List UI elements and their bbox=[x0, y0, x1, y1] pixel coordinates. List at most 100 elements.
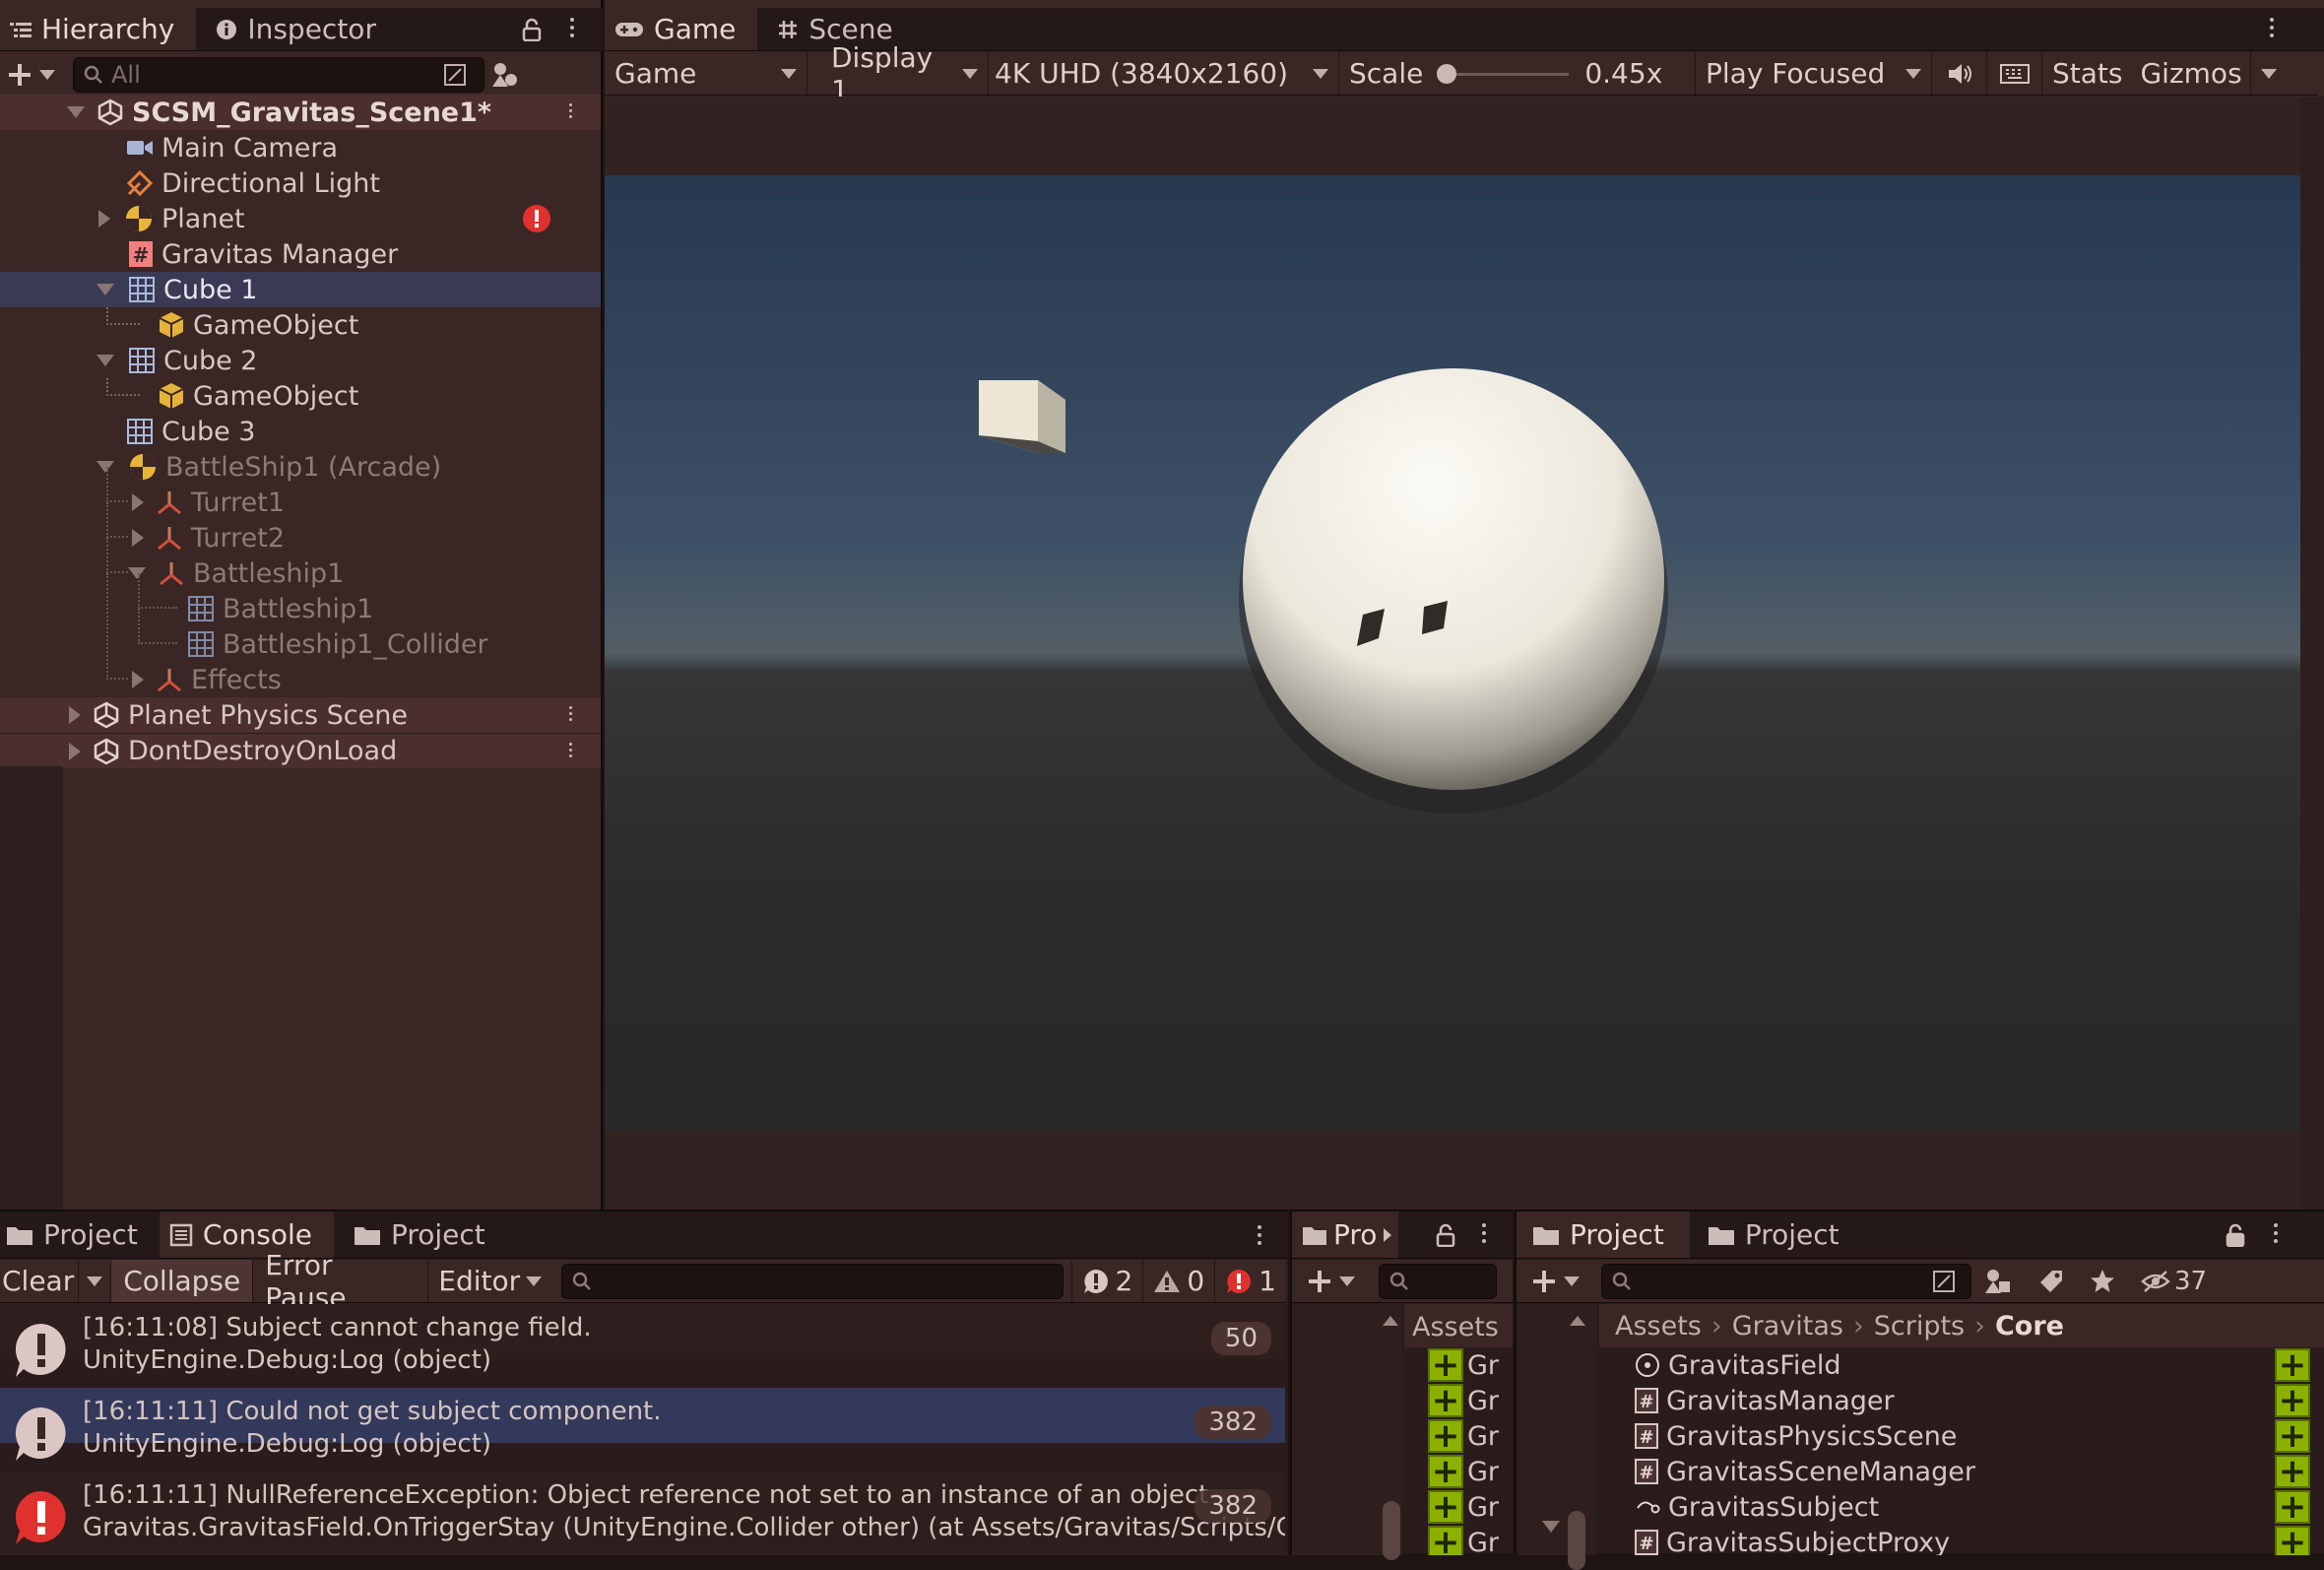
mini-asset-item[interactable]: + Gr bbox=[1404, 1454, 1513, 1489]
mini-asset-item[interactable]: + Gr bbox=[1404, 1418, 1513, 1454]
gizmos-button[interactable]: Gizmos bbox=[2132, 52, 2251, 95]
hierarchy-item-cube-2[interactable]: Cube 2 bbox=[0, 343, 601, 378]
editor-dropdown[interactable]: Editor bbox=[428, 1260, 551, 1302]
hierarchy-item-gameobject-2[interactable]: GameObject bbox=[0, 378, 601, 414]
add-plus-icon[interactable] bbox=[1530, 1268, 1558, 1295]
add-badge-icon[interactable]: + bbox=[2275, 1384, 2310, 1417]
tab-mini-project[interactable]: Pro bbox=[1292, 1211, 1399, 1258]
fold-arrow-icon[interactable] bbox=[67, 106, 85, 118]
log-filter-toggle[interactable]: 2 bbox=[1070, 1260, 1144, 1302]
project-file-item[interactable]: GravitasSubject + bbox=[1599, 1489, 2324, 1525]
mini-asset-item[interactable]: + Gr bbox=[1404, 1489, 1513, 1525]
project-file-item[interactable]: # GravitasManager + bbox=[1599, 1383, 2324, 1418]
clear-options-dropdown[interactable] bbox=[78, 1260, 112, 1302]
console-entry[interactable]: [16:11:11] Could not get subject compone… bbox=[0, 1388, 1285, 1461]
tab-overflow-icon[interactable] bbox=[1383, 1227, 1392, 1243]
search-scene-icon[interactable] bbox=[443, 63, 467, 87]
hierarchy-item-directional-light[interactable]: Directional Light bbox=[0, 165, 601, 201]
add-badge-icon[interactable]: + bbox=[2275, 1419, 2310, 1453]
fold-arrow-icon[interactable] bbox=[132, 671, 144, 688]
breadcrumb-assets[interactable]: Assets bbox=[1615, 1311, 1702, 1341]
hierarchy-item-battleship-arcade[interactable]: BattleShip1 (Arcade) bbox=[0, 449, 601, 485]
stats-button[interactable]: Stats bbox=[2042, 52, 2132, 95]
tab-project-b[interactable]: Project bbox=[1690, 1211, 1861, 1258]
fold-arrow-icon[interactable] bbox=[132, 529, 144, 547]
panel-menu-icon[interactable] bbox=[1255, 1225, 1264, 1245]
panel-menu-icon[interactable] bbox=[1479, 1223, 1489, 1243]
error-filter-toggle[interactable]: 1 bbox=[1215, 1260, 1286, 1302]
hierarchy-item-main-camera[interactable]: Main Camera bbox=[0, 130, 601, 165]
hierarchy-scene-planet-physics[interactable]: Planet Physics Scene bbox=[0, 697, 601, 733]
scene-visibility-icon[interactable] bbox=[490, 61, 518, 89]
panel-menu-icon[interactable] bbox=[2271, 1223, 2281, 1243]
lock-icon[interactable] bbox=[522, 18, 542, 41]
hierarchy-item-turret1[interactable]: Turret1 bbox=[0, 467, 601, 520]
warning-filter-toggle[interactable]: 0 bbox=[1143, 1260, 1216, 1302]
hierarchy-item-battleship1-mesh[interactable]: Battleship1 bbox=[0, 573, 601, 626]
hierarchy-item-cube-1[interactable]: Cube 1 bbox=[0, 272, 601, 307]
scene-menu-icon[interactable] bbox=[565, 706, 575, 721]
error-pause-toggle[interactable]: Error Pause bbox=[253, 1249, 429, 1314]
fold-arrow-icon[interactable] bbox=[97, 284, 114, 295]
collapse-toggle[interactable]: Collapse bbox=[111, 1260, 254, 1302]
hierarchy-item-turret2[interactable]: Turret2 bbox=[0, 502, 601, 556]
fold-arrow-icon[interactable] bbox=[69, 706, 81, 724]
tab-project-a[interactable]: Project bbox=[1517, 1211, 1690, 1258]
search-scene-icon[interactable] bbox=[1932, 1270, 1956, 1293]
hierarchy-item-planet[interactable]: Planet bbox=[0, 201, 601, 236]
error-icon[interactable] bbox=[522, 204, 551, 233]
project-search-input[interactable] bbox=[1601, 1263, 1971, 1299]
game-right-scrollbar[interactable] bbox=[2300, 97, 2324, 1210]
mute-audio-button[interactable] bbox=[1932, 52, 1987, 95]
breadcrumb-scripts[interactable]: Scripts bbox=[1874, 1311, 1965, 1341]
label-tag-icon[interactable] bbox=[2038, 1269, 2064, 1294]
hierarchy-scene-scsm[interactable]: SCSM_Gravitas_Scene1* bbox=[0, 95, 601, 130]
tab-game[interactable]: Game bbox=[605, 8, 758, 50]
panel-menu-icon[interactable] bbox=[567, 18, 577, 37]
play-mode-dropdown[interactable]: Play Focused bbox=[1696, 52, 1932, 95]
scene-menu-icon[interactable] bbox=[565, 103, 575, 118]
add-dropdown-icon[interactable] bbox=[1564, 1276, 1580, 1286]
project-file-item[interactable]: GravitasField + bbox=[1599, 1347, 2324, 1383]
fold-arrow-icon[interactable] bbox=[132, 493, 144, 511]
hierarchy-item-gravitas-manager[interactable]: # Gravitas Manager bbox=[0, 236, 601, 272]
mini-scrollbar-thumb[interactable] bbox=[1383, 1501, 1400, 1560]
mini-search-input[interactable] bbox=[1379, 1263, 1497, 1299]
fold-arrow-icon[interactable] bbox=[69, 742, 81, 760]
game-mode-dropdown[interactable]: Game bbox=[605, 52, 807, 95]
add-dropdown-icon[interactable] bbox=[1339, 1276, 1355, 1286]
hierarchy-item-battleship1-collider[interactable]: Battleship1_Collider bbox=[0, 609, 601, 662]
fold-arrow-icon[interactable] bbox=[97, 355, 114, 366]
hierarchy-item-battleship1[interactable]: Battleship1 bbox=[0, 538, 601, 591]
panel-menu-icon[interactable] bbox=[2267, 18, 2277, 37]
keyboard-button[interactable] bbox=[1987, 52, 2042, 95]
tab-inspector[interactable]: Inspector bbox=[196, 8, 398, 50]
clear-button[interactable]: Clear bbox=[0, 1260, 78, 1302]
hierarchy-item-gameobject-1[interactable]: GameObject bbox=[0, 307, 601, 343]
project-file-item[interactable]: # GravitasPhysicsScene + bbox=[1599, 1418, 2324, 1454]
add-badge-icon[interactable]: + bbox=[2275, 1526, 2310, 1555]
mini-asset-item[interactable]: + Gr bbox=[1404, 1383, 1513, 1418]
resolution-dropdown[interactable]: 4K UHD (3840x2160) bbox=[989, 52, 1339, 95]
hierarchy-item-cube-3[interactable]: Cube 3 bbox=[0, 414, 601, 449]
project-file-item[interactable]: # GravitasSubjectProxy + bbox=[1599, 1525, 2324, 1555]
scale-slider-thumb[interactable] bbox=[1437, 63, 1457, 84]
favorite-star-icon[interactable] bbox=[2090, 1269, 2115, 1294]
add-badge-icon[interactable]: + bbox=[2275, 1455, 2310, 1488]
scroll-up-icon[interactable] bbox=[1570, 1316, 1585, 1326]
breadcrumb-core[interactable]: Core bbox=[1995, 1311, 2064, 1341]
hierarchy-item-effects[interactable]: Effects bbox=[0, 573, 601, 697]
scroll-up-icon[interactable] bbox=[1383, 1316, 1398, 1326]
scene-menu-icon[interactable] bbox=[565, 743, 575, 757]
console-search-input[interactable] bbox=[561, 1263, 1064, 1299]
add-plus-icon[interactable] bbox=[1306, 1268, 1333, 1295]
breadcrumb-gravitas[interactable]: Gravitas bbox=[1732, 1311, 1843, 1341]
hidden-packages-icon[interactable] bbox=[2141, 1270, 2170, 1293]
tab-hierarchy[interactable]: Hierarchy bbox=[0, 8, 197, 50]
project-tree-scrollbar-thumb[interactable] bbox=[1568, 1511, 1585, 1570]
hierarchy-scene-dontdestroy[interactable]: DontDestroyOnLoad bbox=[0, 733, 601, 768]
hierarchy-search-input[interactable]: All bbox=[73, 57, 484, 93]
lock-icon[interactable] bbox=[1436, 1223, 1455, 1247]
add-dropdown-icon[interactable] bbox=[39, 70, 55, 80]
fold-arrow-icon[interactable] bbox=[98, 210, 110, 228]
